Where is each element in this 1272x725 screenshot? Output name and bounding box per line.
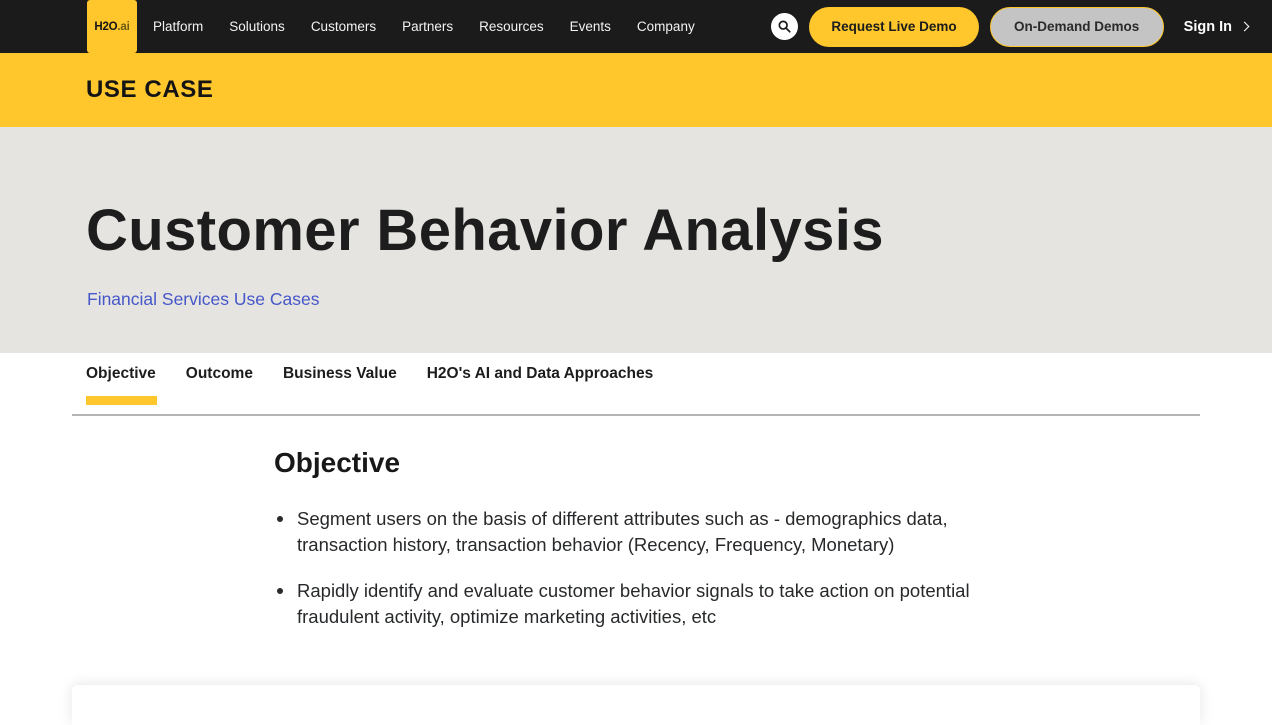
nav-item-partners[interactable]: Partners bbox=[402, 20, 453, 34]
nav-item-solutions[interactable]: Solutions bbox=[229, 20, 285, 34]
chevron-right-icon bbox=[1239, 21, 1250, 31]
sign-in-label: Sign In bbox=[1183, 18, 1232, 35]
tab-business-value[interactable]: Business Value bbox=[283, 365, 397, 405]
nav-item-platform[interactable]: Platform bbox=[153, 20, 203, 34]
logo-suffix-text: .ai bbox=[117, 20, 130, 33]
tab-list: Objective Outcome Business Value H2O's A… bbox=[86, 365, 653, 405]
nav-item-customers[interactable]: Customers bbox=[311, 20, 376, 34]
breadcrumb-link-financial-services[interactable]: Financial Services Use Cases bbox=[87, 289, 319, 310]
tab-ai-data-approaches[interactable]: H2O's AI and Data Approaches bbox=[427, 365, 653, 405]
next-section-card-edge bbox=[72, 685, 1200, 725]
nav-item-resources[interactable]: Resources bbox=[479, 20, 544, 34]
tab-objective[interactable]: Objective bbox=[86, 365, 157, 405]
nav-actions: Request Live Demo On-Demand Demos Sign I… bbox=[771, 0, 1272, 53]
on-demand-demos-button[interactable]: On-Demand Demos bbox=[989, 6, 1164, 47]
nav-item-company[interactable]: Company bbox=[637, 20, 695, 34]
list-item: Rapidly identify and evaluate customer b… bbox=[274, 578, 1004, 630]
request-live-demo-button[interactable]: Request Live Demo bbox=[809, 6, 979, 47]
objective-bullet-list: Segment users on the basis of different … bbox=[274, 506, 1004, 650]
search-icon bbox=[778, 20, 791, 33]
h2o-logo[interactable]: H2O .ai bbox=[87, 0, 137, 53]
tab-outcome[interactable]: Outcome bbox=[186, 365, 253, 405]
hero-section: Customer Behavior Analysis Financial Ser… bbox=[0, 127, 1272, 353]
tab-divider-rule bbox=[72, 414, 1200, 416]
sign-in-link[interactable]: Sign In bbox=[1183, 18, 1250, 35]
top-navigation-bar: H2O .ai Platform Solutions Customers Part… bbox=[0, 0, 1272, 53]
nav-item-events[interactable]: Events bbox=[570, 20, 611, 34]
search-button[interactable] bbox=[771, 13, 799, 40]
logo-main-text: H2O bbox=[94, 20, 118, 33]
use-case-banner: USE CASE bbox=[0, 53, 1272, 127]
use-case-label: USE CASE bbox=[86, 76, 214, 103]
page-title: Customer Behavior Analysis bbox=[86, 198, 884, 263]
primary-nav-links: Platform Solutions Customers Partners Re… bbox=[153, 0, 695, 53]
list-item: Segment users on the basis of different … bbox=[274, 506, 1004, 558]
tab-bar: Objective Outcome Business Value H2O's A… bbox=[0, 353, 1272, 416]
section-heading: Objective bbox=[274, 447, 401, 478]
